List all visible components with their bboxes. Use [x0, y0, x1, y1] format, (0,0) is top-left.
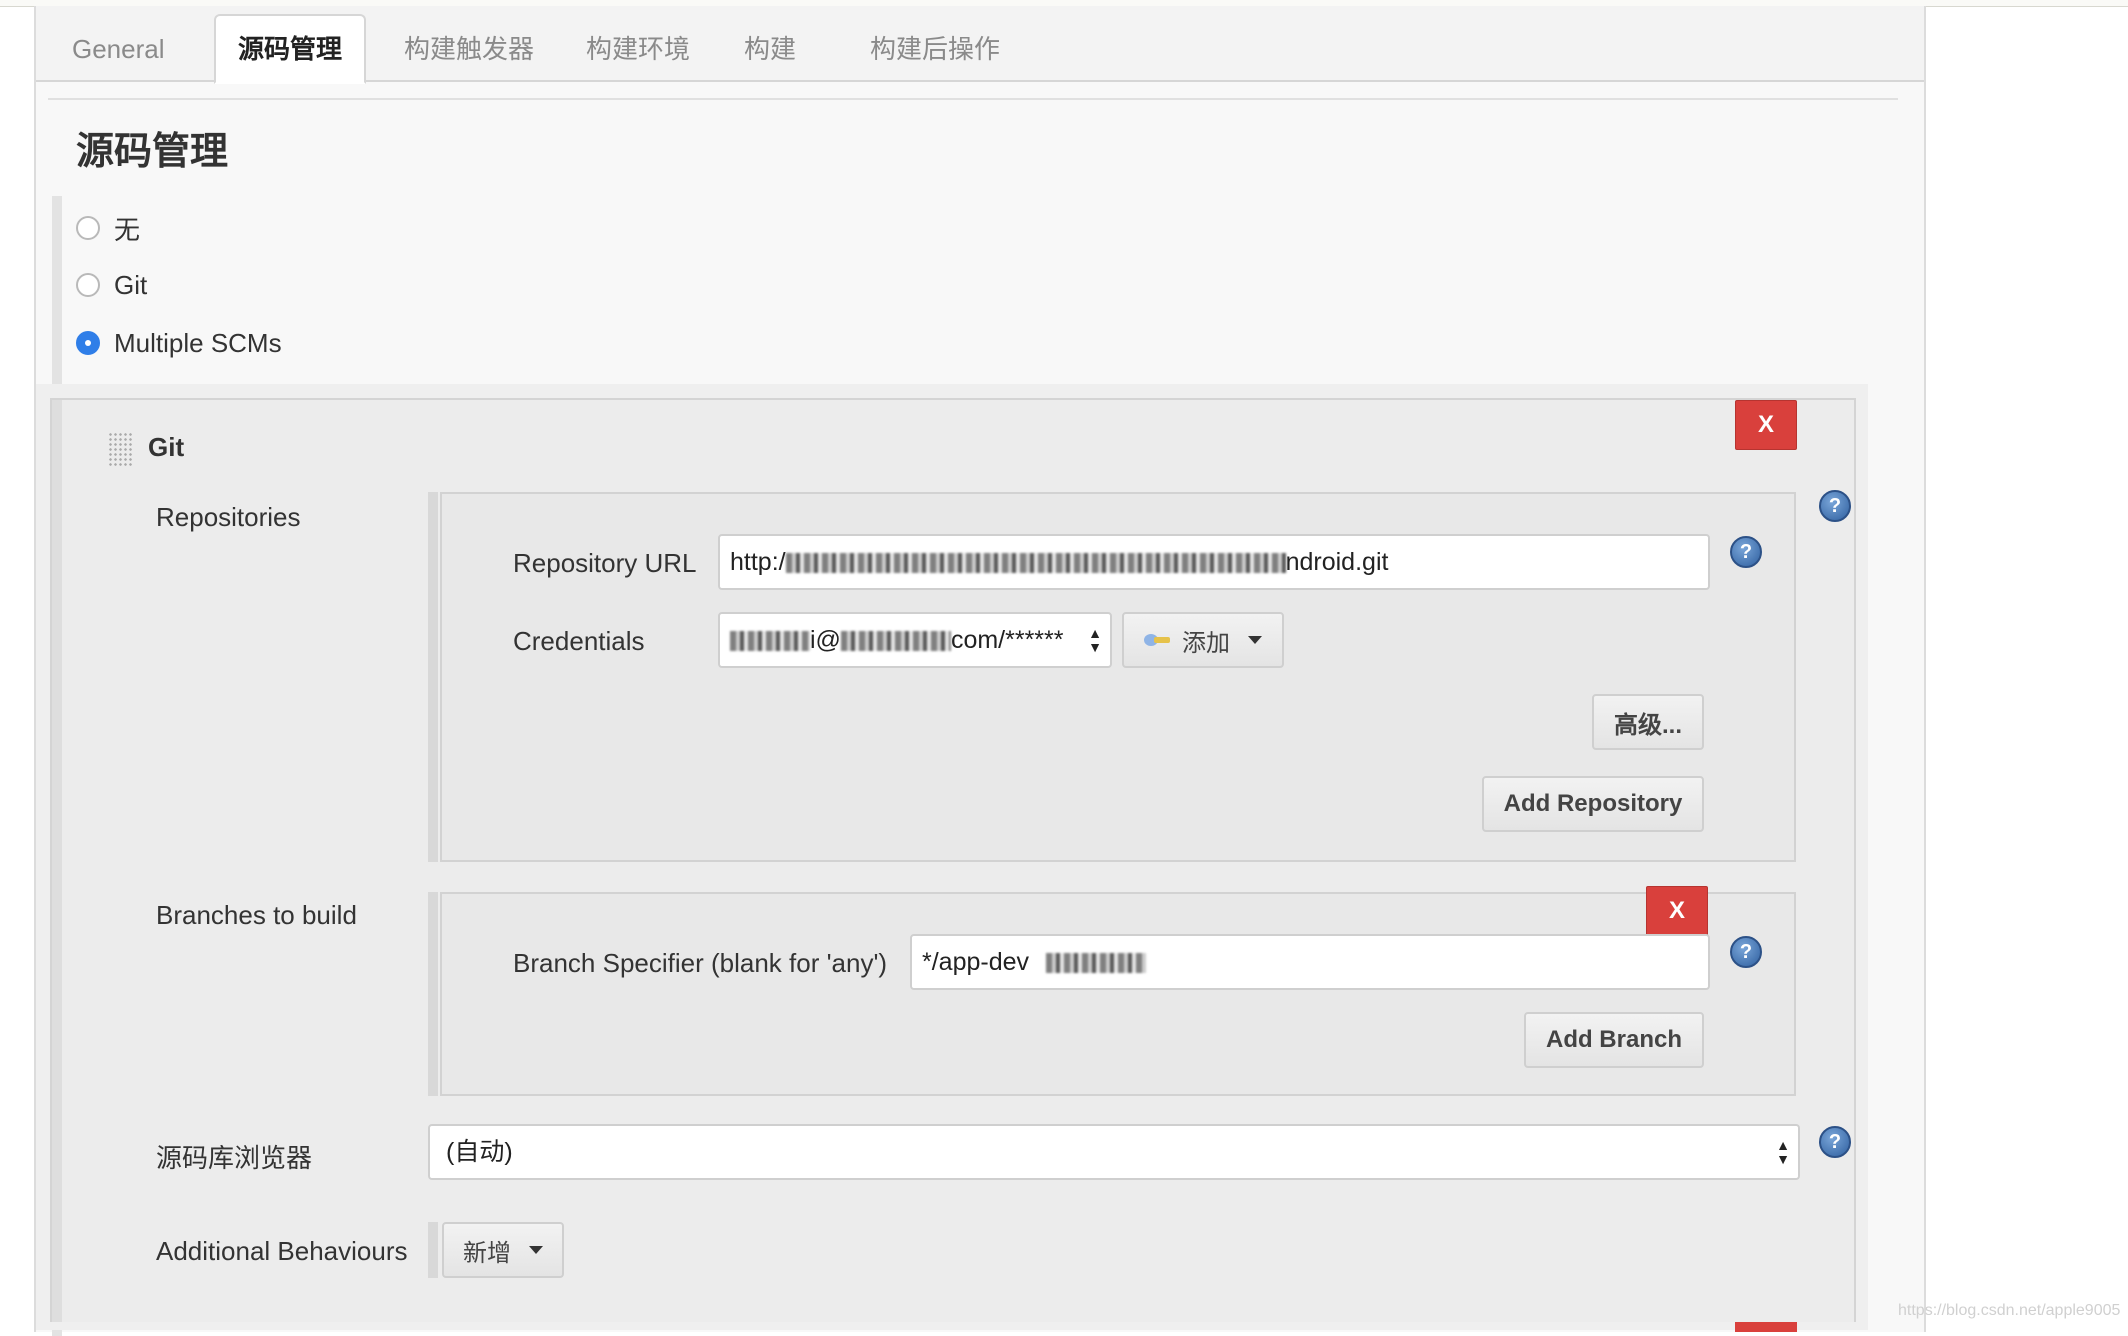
section-divider: [48, 98, 1898, 100]
delete-branch-button[interactable]: X: [1646, 886, 1708, 936]
radio-multiple-scms[interactable]: [76, 331, 100, 355]
section-title: 源码管理: [76, 131, 229, 173]
select-arrows-icon: ▲ ▼: [1776, 1137, 1790, 1167]
add-credential-button[interactable]: 添加: [1122, 612, 1284, 668]
watermark: https://blog.csdn.net/apple9005: [1898, 1302, 2121, 1319]
scm-option-none[interactable]: 无: [76, 208, 140, 248]
next-delete-button-edge[interactable]: [1735, 1322, 1797, 1332]
repository-browser-label: 源码库浏览器: [156, 1143, 313, 1173]
help-repository-browser-icon[interactable]: ?: [1819, 1126, 1851, 1158]
tab-build-environment[interactable]: 构建环境: [564, 16, 712, 80]
credentials-suffix: com/******: [950, 626, 1064, 654]
help-repository-url-icon[interactable]: ?: [1730, 536, 1762, 568]
add-behaviour-button[interactable]: 新增: [442, 1222, 564, 1278]
branch-specifier-label: Branch Specifier (blank for 'any'): [513, 948, 888, 978]
tab-build[interactable]: 构建: [722, 16, 818, 80]
tab-source-management[interactable]: 源码管理: [214, 14, 367, 84]
tab-post-build[interactable]: 构建后操作: [848, 16, 1022, 80]
credentials-select[interactable]: i@ com/****** ▲ ▼: [718, 612, 1112, 668]
radio-git[interactable]: [76, 273, 100, 297]
radio-none[interactable]: [76, 216, 100, 240]
scm-option-multiple-label: Multiple SCMs: [114, 327, 282, 358]
behaviours-bar: [428, 1222, 438, 1278]
credentials-label: Credentials: [513, 626, 645, 656]
git-block-bar: [52, 400, 62, 1322]
repository-url-input[interactable]: http:/ ndroid.git: [718, 534, 1710, 590]
add-branch-button[interactable]: Add Branch: [1524, 1012, 1704, 1068]
caret-down-icon: [529, 1246, 543, 1254]
tab-general[interactable]: General: [50, 16, 187, 80]
key-icon: [1144, 631, 1172, 649]
repository-browser-value: (自动): [446, 1138, 513, 1166]
branches-bar: [428, 892, 438, 1096]
caret-down-icon: [1248, 636, 1262, 644]
repositories-bar: [428, 492, 438, 862]
repositories-label: Repositories: [156, 502, 301, 532]
redacted-credential-user: [730, 631, 810, 652]
scm-option-none-label: 无: [114, 214, 141, 245]
help-branch-specifier-icon[interactable]: ?: [1730, 936, 1762, 968]
redacted-credential-domain: [840, 631, 951, 652]
redacted-url-segment: [785, 553, 1286, 574]
scm-option-multiple[interactable]: Multiple SCMs: [76, 323, 282, 363]
help-repositories-icon[interactable]: ?: [1819, 490, 1851, 522]
tab-bar: General 源码管理 构建触发器 构建环境 构建 构建后操作: [36, 6, 1924, 84]
advanced-button[interactable]: 高级...: [1592, 694, 1704, 750]
drag-handle-icon[interactable]: [108, 432, 132, 468]
scm-option-git[interactable]: Git: [76, 265, 147, 305]
repository-url-suffix: ndroid.git: [1285, 548, 1389, 576]
repository-url-label: Repository URL: [513, 548, 697, 578]
redacted-branch-segment: [1045, 953, 1146, 974]
branch-specifier-input[interactable]: */app-dev: [910, 934, 1710, 990]
add-credential-label: 添加: [1182, 629, 1230, 657]
scm-option-git-label: Git: [114, 269, 148, 300]
additional-behaviours-label: Additional Behaviours: [156, 1236, 408, 1266]
credentials-middle: i@: [810, 626, 841, 654]
repository-url-prefix: http:/: [730, 548, 786, 576]
branch-specifier-value: */app-dev: [922, 948, 1030, 976]
repository-browser-select[interactable]: (自动) ▲ ▼: [428, 1124, 1800, 1180]
branches-label: Branches to build: [156, 900, 357, 930]
add-repository-button[interactable]: Add Repository: [1482, 776, 1704, 832]
delete-git-button[interactable]: X: [1735, 400, 1797, 450]
add-behaviour-label: 新增: [463, 1239, 511, 1267]
tab-build-triggers[interactable]: 构建触发器: [382, 16, 556, 80]
select-arrows-icon: ▲ ▼: [1088, 625, 1102, 655]
git-block-title: Git: [148, 432, 185, 462]
